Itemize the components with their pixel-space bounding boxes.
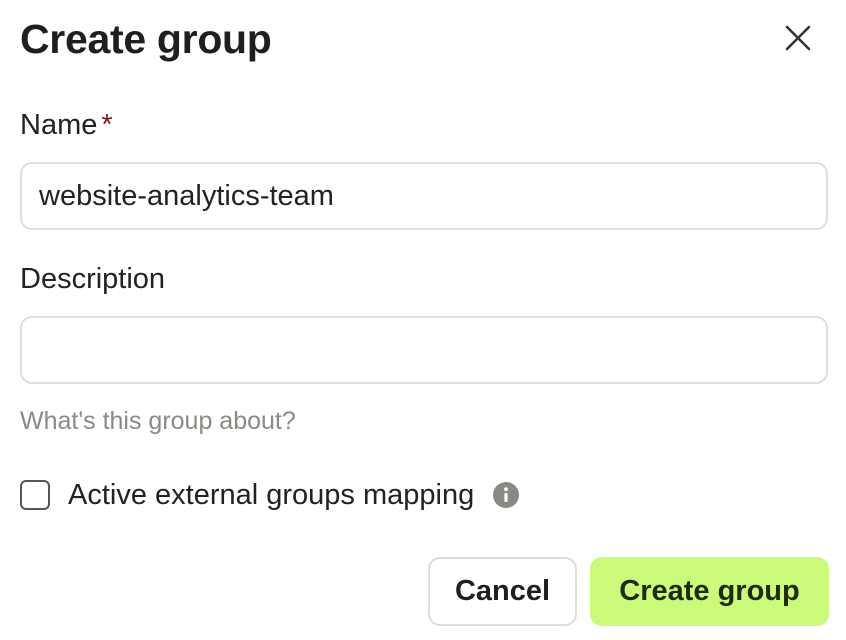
info-icon[interactable] — [492, 481, 520, 509]
close-icon — [785, 25, 811, 51]
description-hint: What's this group about? — [20, 407, 296, 435]
dialog-title: Create group — [20, 16, 272, 62]
description-input[interactable] — [20, 316, 828, 384]
close-button[interactable] — [778, 18, 818, 58]
create-group-dialog: Create group Name* Description What's th… — [0, 0, 846, 640]
external-mapping-checkbox[interactable] — [20, 480, 50, 510]
cancel-button[interactable]: Cancel — [428, 557, 577, 626]
external-mapping-row: Active external groups mapping — [20, 477, 520, 513]
required-indicator: * — [101, 109, 113, 141]
name-input[interactable] — [20, 162, 828, 230]
create-group-button[interactable]: Create group — [590, 557, 829, 626]
name-label-text: Name — [20, 109, 98, 141]
external-mapping-label[interactable]: Active external groups mapping — [68, 478, 474, 512]
name-label: Name * — [20, 108, 113, 142]
description-label: Description — [20, 263, 166, 295]
